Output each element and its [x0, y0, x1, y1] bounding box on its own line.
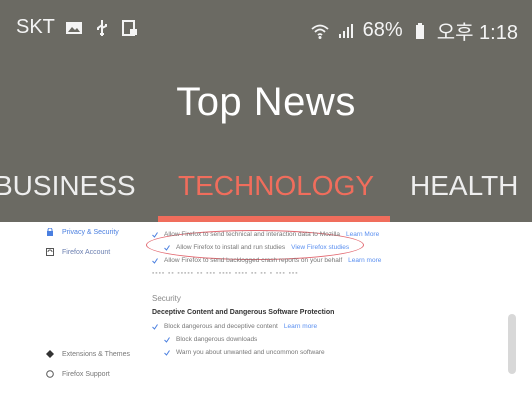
battery-percent: 68% [362, 19, 403, 41]
checkbox-icon [152, 257, 158, 264]
signal-icon [337, 22, 355, 40]
checkbox-icon [164, 349, 170, 356]
section-heading: Deceptive Content and Dangerous Software… [152, 309, 335, 316]
setting-link: View Firefox studies [291, 244, 350, 251]
nav-item-account: Firefox Account [46, 248, 119, 256]
setting-row: Allow Firefox to send backlogged crash r… [152, 254, 512, 267]
carrier-label: SKT [16, 16, 55, 38]
settings-nav-bottom: Extensions & Themes Firefox Support [46, 350, 130, 390]
setting-text: Warn you about unwanted and uncommon sof… [176, 349, 325, 356]
setting-link: Learn More [345, 231, 380, 238]
sync-icon [46, 248, 54, 256]
checkbox-icon [152, 323, 158, 330]
blurred-row: ▪▪▪▪ ▪▪ ▪▪▪▪▪ ▪▪ ▪▪▪ ▪▪▪▪ ▪▪▪▪ ▪▪ ▪▪ ▪ ▪… [152, 270, 299, 277]
settings-nav: Privacy & Security Firefox Account [46, 227, 119, 268]
nav-label: Extensions & Themes [62, 350, 130, 358]
setting-row: Block dangerous downloads [152, 333, 512, 346]
page-title: Top News [176, 80, 356, 124]
setting-link: Learn more [348, 257, 382, 264]
tab-technology[interactable]: TECHNOLOGY [178, 170, 374, 202]
status-right: 68% 오후 1:18 [311, 16, 518, 45]
tab-health[interactable]: HEALTH [410, 170, 518, 202]
help-icon [46, 370, 54, 378]
setting-text: Allow Firefox to send backlogged crash r… [164, 257, 343, 264]
setting-text: Allow Firefox to send technical and inte… [164, 231, 340, 238]
setting-text: Block dangerous and deceptive content [164, 323, 278, 330]
checkbox-icon [152, 231, 158, 238]
scrollbar-thumb[interactable] [508, 314, 516, 374]
tab-business[interactable]: BUSINESS [0, 170, 136, 202]
nav-item-support: Firefox Support [46, 370, 130, 378]
battery-icon [411, 22, 429, 40]
section-title: Security [152, 294, 181, 303]
puzzle-icon [46, 350, 54, 358]
nav-label: Privacy & Security [62, 228, 119, 236]
nav-label: Firefox Account [62, 248, 111, 256]
setting-row: Warn you about unwanted and uncommon sof… [152, 346, 512, 359]
checkbox-icon [164, 336, 170, 343]
article-image[interactable]: Privacy & Security Firefox Account Allow… [0, 222, 532, 395]
checkbox-icon [164, 244, 170, 251]
setting-link: Learn more [283, 323, 318, 330]
nav-item-privacy: Privacy & Security [46, 227, 119, 236]
setting-row: Allow Firefox to install and run studies… [152, 241, 512, 254]
usb-icon [93, 19, 111, 37]
status-bar: SKT 68% 오후 1:18 [0, 0, 532, 56]
nav-item-extensions: Extensions & Themes [46, 350, 130, 358]
app-bar: Top News [0, 56, 532, 152]
gallery-icon [65, 19, 83, 37]
category-tabs: BUSINESS TECHNOLOGY HEALTH [0, 152, 532, 222]
settings-main: Allow Firefox to send technical and inte… [152, 228, 512, 359]
setting-row: Allow Firefox to send technical and inte… [152, 228, 512, 241]
setting-text: Allow Firefox to install and run studies [176, 244, 286, 251]
setting-row: Block dangerous and deceptive content Le… [152, 320, 512, 333]
status-left: SKT [16, 16, 139, 39]
nav-label: Firefox Support [62, 370, 110, 378]
lock-icon [46, 227, 54, 236]
setting-text: Block dangerous downloads [176, 336, 258, 343]
screenshot-icon [121, 19, 139, 37]
clock: 오후 1:18 [436, 22, 518, 44]
wifi-icon [311, 22, 329, 40]
